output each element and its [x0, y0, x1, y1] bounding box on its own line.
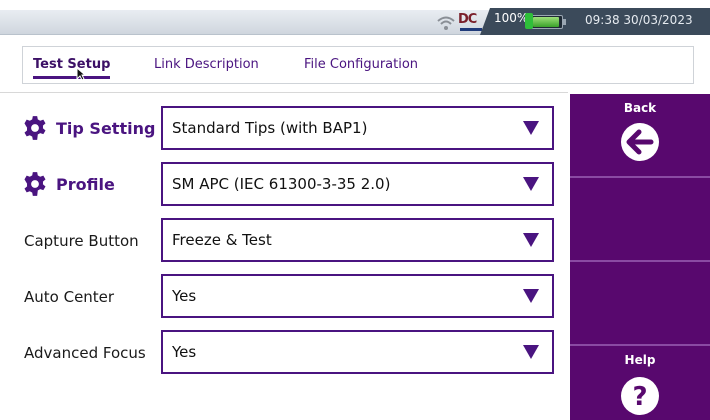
dropdown-arrow-icon — [523, 289, 539, 303]
tab-test-setup[interactable]: Test Setup — [33, 57, 111, 79]
dc-logo: DC — [458, 12, 484, 32]
sidebar-empty-slot-2 — [570, 262, 710, 344]
action-sidebar: Back Help ? — [570, 94, 710, 420]
advanced-focus-dropdown[interactable]: Yes — [161, 330, 554, 374]
tip-setting-label: Tip Setting — [56, 119, 156, 138]
form-row-auto-center: Auto Center Yes — [0, 274, 568, 324]
tip-setting-dropdown[interactable]: Standard Tips (with BAP1) — [161, 106, 554, 150]
back-button[interactable]: Back — [570, 94, 710, 176]
form-row-capture-button: Capture Button Freeze & Test — [0, 218, 568, 268]
form-row-profile: Profile SM APC (IEC 61300-3-35 2.0) — [0, 162, 568, 212]
tab-label: Test Setup — [33, 57, 111, 72]
help-icon: ? — [621, 377, 659, 415]
tab-link-description[interactable]: Link Description — [154, 57, 259, 72]
active-tab-indicator — [33, 76, 111, 79]
gear-icon — [24, 172, 46, 196]
dropdown-arrow-icon — [523, 233, 539, 247]
help-button-label: Help — [624, 353, 656, 367]
dropdown-arrow-icon — [523, 345, 539, 359]
mouse-cursor-icon — [76, 67, 86, 81]
dc-logo-text: DC — [458, 12, 477, 27]
sidebar-empty-slot-1 — [570, 178, 710, 260]
tab-label: Link Description — [154, 57, 259, 72]
tab-file-configuration[interactable]: File Configuration — [304, 57, 418, 72]
form-row-advanced-focus: Advanced Focus Yes — [0, 330, 568, 380]
dropdown-arrow-icon — [523, 121, 539, 135]
svg-text:?: ? — [632, 382, 647, 412]
profile-dropdown[interactable]: SM APC (IEC 61300-3-35 2.0) — [161, 162, 554, 206]
status-bar: DC 100% 09:38 30/03/2023 — [0, 0, 710, 36]
back-button-label: Back — [623, 101, 657, 115]
back-arrow-icon — [621, 123, 659, 161]
content-divider — [0, 92, 568, 93]
auto-center-dropdown[interactable]: Yes — [161, 274, 554, 318]
battery-icon — [525, 13, 566, 29]
clock: 09:38 30/03/2023 — [585, 13, 693, 27]
profile-value: SM APC (IEC 61300-3-35 2.0) — [172, 175, 391, 193]
tab-label: File Configuration — [304, 57, 419, 72]
advanced-focus-value: Yes — [172, 343, 197, 361]
capture-button-value: Freeze & Test — [172, 231, 272, 249]
dropdown-arrow-icon — [523, 177, 539, 191]
auto-center-label: Auto Center — [24, 288, 115, 306]
profile-label: Profile — [56, 175, 115, 194]
advanced-focus-label: Advanced Focus — [24, 344, 146, 362]
auto-center-value: Yes — [172, 287, 197, 305]
battery-percent: 100% — [494, 11, 529, 25]
capture-button-label: Capture Button — [24, 232, 139, 250]
help-button[interactable]: Help ? — [570, 346, 710, 420]
form-row-tip-setting: Tip Setting Standard Tips (with BAP1) — [0, 106, 568, 156]
gear-icon — [24, 116, 46, 140]
tip-setting-value: Standard Tips (with BAP1) — [172, 119, 368, 137]
wifi-icon — [437, 16, 455, 30]
tab-bar: Test Setup Link Description File Configu… — [22, 46, 694, 84]
time-text: 09:38 — [585, 13, 620, 27]
capture-button-dropdown[interactable]: Freeze & Test — [161, 218, 554, 262]
date-text: 30/03/2023 — [623, 13, 693, 27]
